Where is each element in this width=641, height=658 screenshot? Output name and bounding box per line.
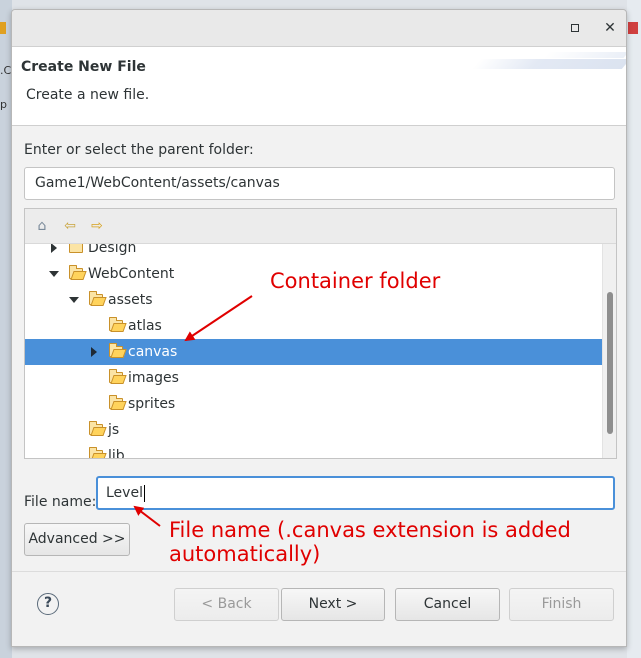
annotation-file-name: File name (.canvas extension is added au… [169, 518, 609, 566]
next-button[interactable]: Next > [281, 588, 385, 621]
back-button[interactable]: < Back [174, 588, 279, 621]
tree-item-design[interactable]: Design [25, 244, 602, 261]
file-name-input[interactable]: Level [96, 476, 615, 510]
finish-button[interactable]: Finish [509, 588, 614, 621]
background-window-right [627, 0, 641, 658]
tree-item-label: atlas [128, 318, 162, 334]
wizard-header: Create New File Create a new file. [12, 47, 626, 126]
annotation-container-folder: Container folder [270, 269, 441, 293]
folder-open-icon [109, 369, 123, 383]
maximize-icon[interactable] [567, 20, 583, 36]
file-name-value: Level [106, 485, 143, 501]
parent-folder-label: Enter or select the parent folder: [24, 142, 254, 158]
tree-item-js[interactable]: js [25, 417, 602, 443]
text-caret [143, 484, 145, 502]
back-arrow-icon[interactable]: ⇦ [62, 218, 78, 234]
wizard-title: Create New File [21, 59, 146, 75]
file-name-label: File name: [24, 494, 97, 510]
app-icon [628, 22, 638, 34]
folder-icon [69, 244, 83, 253]
folder-open-icon [69, 265, 83, 279]
collapse-arrow-icon[interactable] [69, 297, 79, 303]
wizard-description: Create a new file. [26, 87, 150, 103]
home-icon[interactable]: ⌂ [34, 218, 50, 234]
tree-item-label: WebContent [88, 266, 175, 282]
tree-item-label: js [108, 422, 120, 438]
tree-item-canvas[interactable]: canvas [25, 339, 602, 365]
collapse-arrow-icon[interactable] [49, 271, 59, 277]
parent-folder-input[interactable]: Game1/WebContent/assets/canvas [24, 167, 615, 200]
tree-scrollbar[interactable] [602, 244, 616, 458]
background-text-fragment: p [0, 98, 7, 111]
advanced-button[interactable]: Advanced >> [24, 523, 130, 556]
folder-tree[interactable]: ⌂ ⇦ ⇨ Design WebContent assets atlas can… [24, 208, 617, 459]
app-icon [0, 22, 6, 34]
tree-item-sprites[interactable]: sprites [25, 391, 602, 417]
button-bar-separator [12, 571, 626, 572]
window-titlebar: ✕ [12, 10, 626, 47]
scrollbar-thumb[interactable] [607, 292, 613, 434]
tree-item-label: canvas [128, 344, 178, 360]
tree-item-atlas[interactable]: atlas [25, 313, 602, 339]
tree-item-label: sprites [128, 396, 176, 412]
annotation-line: File name (.canvas extension is added [169, 518, 571, 542]
tree-item-label: images [128, 370, 179, 386]
tree-item-images[interactable]: images [25, 365, 602, 391]
folder-open-icon [89, 421, 103, 435]
folder-open-icon [89, 291, 103, 305]
folder-open-icon [89, 447, 103, 458]
header-decoration [471, 59, 626, 69]
header-decoration [543, 52, 626, 58]
tree-item-label: Design [88, 244, 137, 256]
background-text-fragment: .C [0, 64, 12, 77]
tree-item-label: assets [108, 292, 153, 308]
annotation-line: automatically) [169, 542, 321, 566]
help-icon[interactable]: ? [37, 593, 59, 615]
close-icon[interactable]: ✕ [602, 20, 618, 36]
folder-open-icon [109, 395, 123, 409]
tree-item-label: lib [108, 448, 125, 458]
folder-open-icon [109, 317, 123, 331]
folder-open-icon [109, 343, 123, 357]
expand-arrow-icon[interactable] [91, 347, 97, 357]
forward-arrow-icon[interactable]: ⇨ [89, 218, 105, 234]
tree-item-lib[interactable]: lib [25, 443, 602, 458]
expand-arrow-icon[interactable] [51, 244, 57, 253]
tree-toolbar: ⌂ ⇦ ⇨ [25, 209, 616, 244]
cancel-button[interactable]: Cancel [395, 588, 500, 621]
